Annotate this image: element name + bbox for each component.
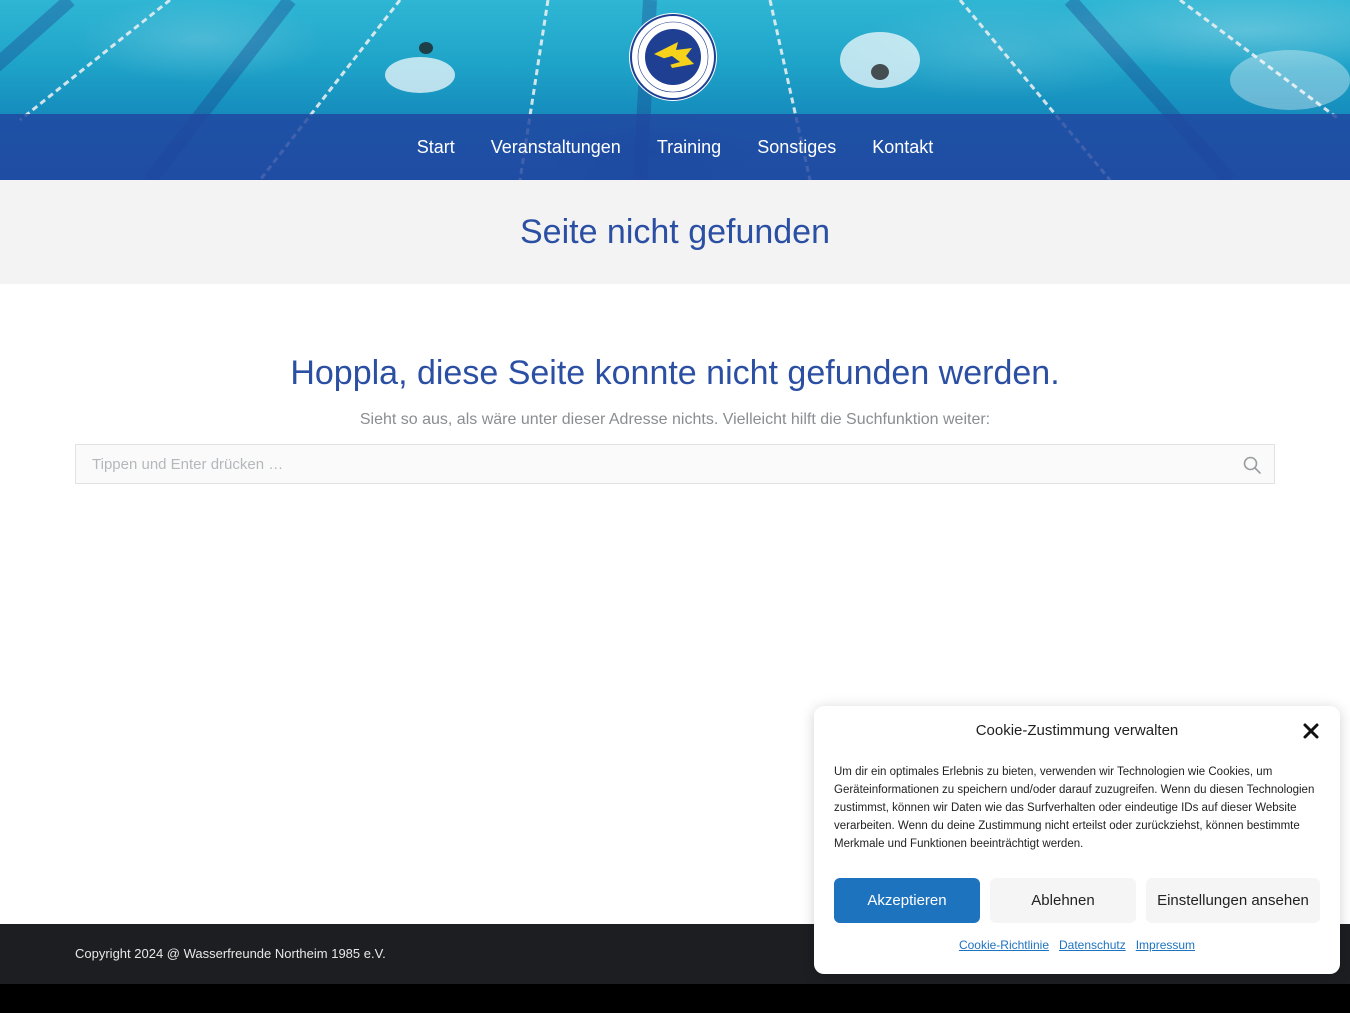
cookie-dialog-links: Cookie-Richtlinie Datenschutz Impressum <box>814 938 1340 952</box>
not-found-heading: Hoppla, diese Seite konnte nicht gefunde… <box>290 354 1060 392</box>
search-input[interactable] <box>76 445 1274 483</box>
search-form <box>75 444 1275 484</box>
cookie-consent-dialog: Cookie-Zustimmung verwalten Um dir ein o… <box>814 706 1340 974</box>
nav-item-training[interactable]: Training <box>639 137 739 158</box>
not-found-message: Sieht so aus, als wäre unter dieser Adre… <box>359 411 991 428</box>
cookie-dialog-text: Um dir ein optimales Erlebnis zu bieten,… <box>834 766 1315 850</box>
page-title-band: Seite nicht gefunden <box>0 180 1350 284</box>
cookie-dialog-title: Cookie-Zustimmung verwalten <box>975 722 1179 739</box>
close-icon[interactable] <box>1302 722 1320 740</box>
search-icon[interactable] <box>1242 455 1262 475</box>
club-logo-icon[interactable] <box>628 12 718 102</box>
view-settings-button[interactable]: Einstellungen ansehen <box>1146 878 1320 923</box>
nav-item-start[interactable]: Start <box>399 137 473 158</box>
header-banner: Start Veranstaltungen Training Sonstiges… <box>0 0 1350 180</box>
nav-item-sonstiges[interactable]: Sonstiges <box>739 137 854 158</box>
deny-cookies-button[interactable]: Ablehnen <box>990 878 1136 923</box>
bottom-bar <box>0 984 1350 1013</box>
main-navigation: Start Veranstaltungen Training Sonstiges… <box>0 114 1350 180</box>
privacy-link[interactable]: Datenschutz <box>1059 938 1126 952</box>
page-title: Seite nicht gefunden <box>519 212 831 251</box>
imprint-link[interactable]: Impressum <box>1136 938 1195 952</box>
nav-item-veranstaltungen[interactable]: Veranstaltungen <box>473 137 639 158</box>
accept-cookies-button[interactable]: Akzeptieren <box>834 878 980 923</box>
cookie-policy-link[interactable]: Cookie-Richtlinie <box>959 938 1049 952</box>
footer-copyright: Copyright 2024 @ Wasserfreunde Northeim … <box>75 946 386 961</box>
nav-item-kontakt[interactable]: Kontakt <box>854 137 951 158</box>
